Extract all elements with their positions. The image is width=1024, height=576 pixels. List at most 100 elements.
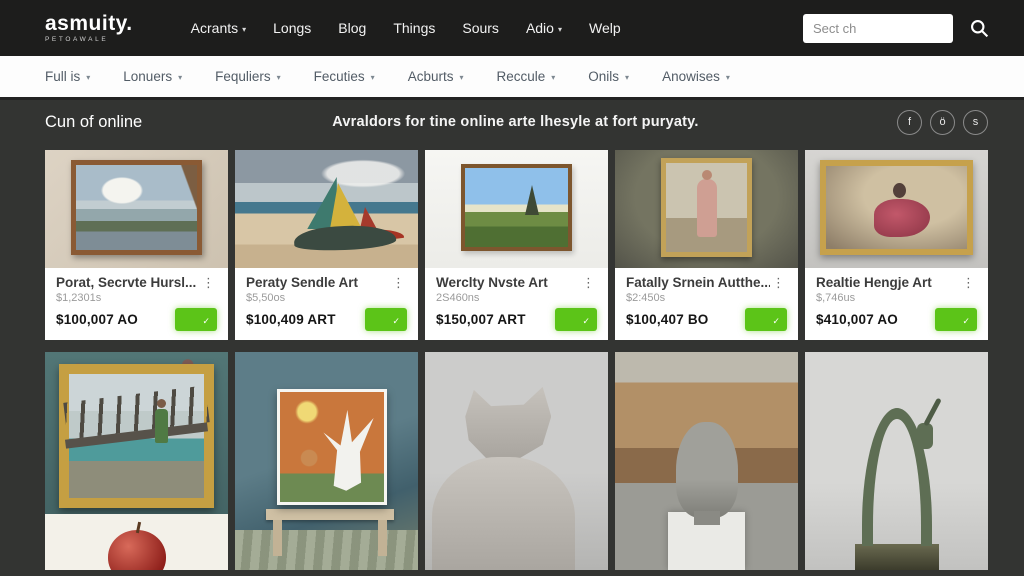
facebook-icon[interactable]: f: [897, 110, 922, 135]
nav-label: Longs: [273, 20, 311, 36]
stone-head-shape: [676, 422, 738, 518]
product-image[interactable]: [805, 150, 988, 268]
nav-item-sours[interactable]: Sours: [462, 20, 499, 36]
product-title: Werclty Nvste Art: [436, 275, 548, 290]
nav-label: Things: [393, 20, 435, 36]
product-card: Werclty Nvste Art 2S460ns $150,007 ART: [425, 150, 608, 340]
nav-item-longs[interactable]: Longs: [273, 20, 311, 36]
logo[interactable]: asmuity. PETOAWALE: [45, 13, 133, 44]
subnav-item-onils[interactable]: Onils▾: [588, 69, 629, 84]
woman-in-red-shape: [874, 199, 930, 237]
nav-label: Sours: [462, 20, 499, 36]
wooden-bench-shape: [266, 509, 394, 520]
product-card: Realtie Hengje Art $,746us $410,007 AO: [805, 150, 988, 340]
product-card: Fatally Srnein Autthe... $2:450s $100,40…: [615, 150, 798, 340]
painting-frame: [661, 158, 752, 257]
add-to-cart-button[interactable]: [555, 308, 597, 331]
cat-head-shape: [465, 387, 551, 461]
product-price: $100,007 AO: [56, 312, 138, 327]
product-subtitle: $2:450s: [626, 292, 787, 304]
gallery-item[interactable]: [235, 352, 418, 570]
nav-item-things[interactable]: Things: [393, 20, 435, 36]
add-to-cart-button[interactable]: [365, 308, 407, 331]
gallery-item[interactable]: [425, 352, 608, 570]
kebab-menu-icon[interactable]: [580, 275, 597, 290]
nav-item-acrants[interactable]: Acrants▾: [191, 20, 246, 36]
subnav-label: Anowises: [662, 69, 720, 84]
gallery-item[interactable]: [45, 352, 228, 570]
white-shelf: [45, 514, 228, 570]
search-input[interactable]: [803, 14, 953, 43]
primary-nav: Acrants▾ Longs Blog Things Sours Adio▾ W…: [191, 20, 621, 36]
subnav-item-fequliers[interactable]: Fequliers ▾: [215, 69, 281, 84]
subnav-label: Reccule: [496, 69, 545, 84]
search-area: [803, 14, 990, 43]
painting-frame: [71, 160, 202, 255]
product-subtitle: $,746us: [816, 292, 977, 304]
nav-item-welp[interactable]: Welp: [589, 20, 621, 36]
product-subtitle: $1,2301s: [56, 292, 217, 304]
pinterest-icon[interactable]: ö: [930, 110, 955, 135]
nav-item-blog[interactable]: Blog: [338, 20, 366, 36]
product-title: Peraty Sendle Art: [246, 275, 358, 290]
chevron-down-icon: ▾: [242, 25, 246, 34]
subnav-item-lonuers[interactable]: Lonuers▾: [123, 69, 182, 84]
nav-label: Adio: [526, 20, 554, 36]
product-title: Porat, Secrvte Hursl...: [56, 275, 196, 290]
gallery-item[interactable]: [805, 352, 988, 570]
search-icon[interactable]: [969, 18, 990, 39]
subnav-item-reccule[interactable]: Reccule ▾: [496, 69, 555, 84]
robed-figure-shape: [697, 179, 717, 237]
chevron-down-icon: ▾: [459, 73, 463, 82]
subnav-item-anowises[interactable]: Anowises▾: [662, 69, 730, 84]
subnav-item-full-is[interactable]: Full is▾: [45, 69, 90, 84]
product-info: Porat, Secrvte Hursl... $1,2301s $100,00…: [45, 268, 228, 340]
subnav-item-acburts[interactable]: Acburts▾: [408, 69, 464, 84]
product-grid: Porat, Secrvte Hursl... $1,2301s $100,00…: [45, 150, 988, 340]
secondary-nav: Full is▾ Lonuers▾ Fequliers▾ Fecuties▾ A…: [0, 56, 1024, 100]
chevron-down-icon: ▾: [277, 73, 281, 82]
nav-label: Blog: [338, 20, 366, 36]
page: asmuity. PETOAWALE Acrants▾ Longs Blog T…: [0, 0, 1024, 576]
gallery-item[interactable]: [615, 352, 798, 570]
subnav-label: Lonuers: [123, 69, 172, 84]
kebab-menu-icon[interactable]: [770, 275, 787, 290]
kebab-menu-icon[interactable]: [390, 275, 407, 290]
product-price: $100,409 ART: [246, 312, 336, 327]
horned-figure-shape: [862, 408, 932, 546]
chevron-down-icon: ▾: [371, 73, 375, 82]
product-image[interactable]: [425, 150, 608, 268]
product-info: Werclty Nvste Art 2S460ns $150,007 ART: [425, 268, 608, 340]
logo-text: asmuity.: [45, 13, 133, 34]
product-price: $150,007 ART: [436, 312, 526, 327]
yellow-sail-shape: [330, 183, 362, 229]
add-to-cart-button[interactable]: [175, 308, 217, 331]
add-to-cart-button[interactable]: [745, 308, 787, 331]
add-to-cart-button[interactable]: [935, 308, 977, 331]
product-image[interactable]: [45, 150, 228, 268]
chevron-down-icon: ▾: [551, 73, 555, 82]
product-info: Fatally Srnein Autthe... $2:450s $100,40…: [615, 268, 798, 340]
bridge-figure-shape: [155, 409, 168, 443]
page-subtitle: Avraldors for tine online arte lhesyle a…: [332, 114, 698, 130]
painting-frame: [461, 164, 572, 251]
product-title: Realtie Hengje Art: [816, 275, 932, 290]
swan-shape: [319, 410, 376, 491]
product-subtitle: 2S460ns: [436, 292, 597, 304]
share-icon[interactable]: s: [963, 110, 988, 135]
product-title: Fatally Srnein Autthe...: [626, 275, 770, 290]
subnav-label: Onils: [588, 69, 619, 84]
red-apple-shape: [108, 530, 166, 570]
cat-torso-shape: [432, 457, 575, 570]
subnav-label: Fequliers: [215, 69, 271, 84]
product-image[interactable]: [615, 150, 798, 268]
product-price: $100,407 BO: [626, 312, 709, 327]
nav-item-adio[interactable]: Adio▾: [526, 20, 562, 36]
subnav-item-fecuties[interactable]: Fecuties▾: [314, 69, 375, 84]
page-title: Cun of online: [45, 113, 142, 132]
product-image[interactable]: [235, 150, 418, 268]
product-card: Peraty Sendle Art $5,50os $100,409 ART: [235, 150, 418, 340]
kebab-menu-icon[interactable]: [200, 275, 217, 290]
product-subtitle: $5,50os: [246, 292, 407, 304]
kebab-menu-icon[interactable]: [960, 275, 977, 290]
